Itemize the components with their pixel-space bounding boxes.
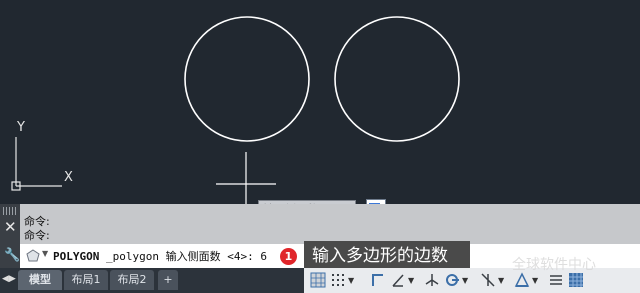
command-window-grip[interactable]: ✕ <box>0 204 20 244</box>
canvas-drawing <box>11 16 460 204</box>
command-name: POLYGON <box>53 250 100 263</box>
snap-icon[interactable] <box>330 272 346 288</box>
add-layout-button[interactable]: + <box>158 270 178 290</box>
grip-dots-icon <box>3 207 17 215</box>
grid-icon[interactable] <box>310 272 326 288</box>
chevron-down-icon[interactable]: ▼ <box>348 276 364 292</box>
lineweight-icon[interactable] <box>548 272 564 288</box>
circle-right <box>334 16 460 142</box>
drawing-canvas[interactable]: Y X <box>0 0 640 204</box>
chevron-down-icon[interactable]: ▼ <box>462 276 478 292</box>
tab-nav-icon[interactable]: ◀▶ <box>2 274 16 288</box>
chevron-down-icon[interactable]: ▼ <box>532 276 548 292</box>
circle-left <box>184 16 310 142</box>
osnap-icon[interactable] <box>480 272 496 288</box>
watermark: 全球软件中心 <box>512 257 596 273</box>
3d-osnap-icon[interactable] <box>514 272 530 288</box>
annotation-callout: 输入多边形的边数 <box>304 241 470 271</box>
command-history: ✕ 命令: 命令: <box>0 204 640 244</box>
transparency-icon[interactable] <box>568 272 584 288</box>
close-icon[interactable]: ✕ <box>4 220 17 235</box>
tab-layout1[interactable]: 布局1 <box>64 270 108 290</box>
chevron-down-icon[interactable]: ▼ <box>498 276 514 292</box>
step-badge: 1 <box>280 248 297 265</box>
ortho-icon[interactable] <box>370 272 386 288</box>
wrench-icon: 🔧 <box>4 248 21 263</box>
command-text: POLYGON _polygon 输入侧面数 <4>: 6 <box>53 248 267 264</box>
tab-layout2[interactable]: 布局2 <box>110 270 154 290</box>
polar-icon[interactable] <box>390 272 406 288</box>
ucs-x-label: X <box>64 170 73 185</box>
history-line: 命令: <box>24 229 50 242</box>
otrack-icon[interactable] <box>444 272 460 288</box>
ucs-y-label: Y <box>17 120 25 135</box>
command-prompt: _polygon 输入侧面数 <4>: 6 <box>105 250 267 263</box>
polygon-icon <box>26 249 40 262</box>
chevron-down-icon[interactable]: ▼ <box>42 249 48 258</box>
customize-tools[interactable]: 🔧 <box>0 244 20 268</box>
isodraft-icon[interactable] <box>424 272 440 288</box>
chevron-down-icon[interactable]: ▼ <box>408 276 424 292</box>
tab-model[interactable]: 模型 <box>18 270 62 290</box>
